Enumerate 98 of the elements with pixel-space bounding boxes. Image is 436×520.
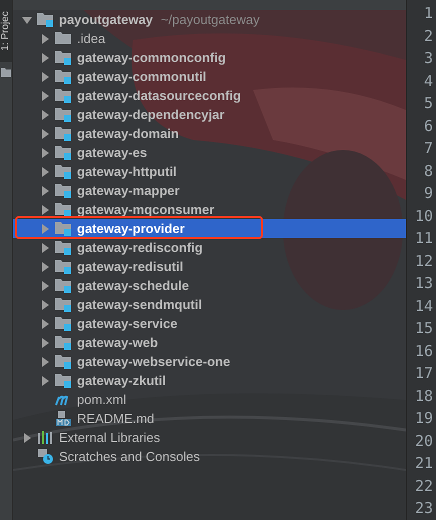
- expand-arrow-icon[interactable]: [40, 166, 50, 176]
- line-number: 20: [414, 430, 433, 452]
- expand-arrow-icon[interactable]: [40, 52, 50, 62]
- item-label: Scratches and Consoles: [59, 449, 200, 464]
- tree-item[interactable]: gateway-provider: [13, 219, 406, 238]
- line-number: 17: [414, 363, 433, 384]
- line-number: 13: [414, 273, 433, 294]
- item-label: gateway-domain: [77, 126, 179, 141]
- expand-arrow-icon[interactable]: [40, 110, 50, 120]
- item-label: External Libraries: [59, 430, 160, 445]
- tree-item[interactable]: .idea: [13, 29, 406, 48]
- item-label: gateway-mqconsumer: [77, 202, 214, 217]
- line-number: 11: [414, 228, 433, 249]
- tree-item[interactable]: gateway-mapper: [13, 181, 406, 200]
- tree-item[interactable]: payoutgateway ~/payoutgateway: [13, 10, 406, 29]
- tree-item[interactable]: gateway-webservice-one: [13, 352, 406, 371]
- line-number: 16: [414, 340, 433, 362]
- line-number: 4: [424, 70, 433, 92]
- item-label: gateway-dependencyjar: [77, 107, 224, 122]
- item-label: pom.xml: [77, 392, 126, 407]
- line-number: 14: [414, 296, 433, 316]
- item-label: gateway-provider: [77, 221, 185, 236]
- expand-arrow-icon[interactable]: [40, 90, 50, 100]
- project-tool-tab[interactable]: 1: Projec: [0, 0, 12, 62]
- item-label: gateway-commonutil: [77, 69, 206, 84]
- line-number: 6: [424, 116, 433, 136]
- item-label: gateway-commonconfig: [77, 50, 226, 65]
- item-label: gateway-service: [77, 316, 178, 331]
- expand-arrow-icon[interactable]: [40, 128, 50, 138]
- line-number: 22: [414, 476, 433, 496]
- item-label: README.md: [77, 411, 154, 426]
- item-label: gateway-zkutil: [77, 373, 166, 388]
- folder-icon: [1, 68, 11, 77]
- item-label: gateway-datasourceconfig: [77, 88, 241, 103]
- tree-item[interactable]: gateway-commonconfig: [13, 48, 406, 67]
- tree-item[interactable]: gateway-httputil: [13, 162, 406, 181]
- tree-item[interactable]: gateway-web: [13, 333, 406, 352]
- tree-item[interactable]: gateway-sendmqutil: [13, 295, 406, 314]
- item-label: gateway-redisutil: [77, 259, 184, 274]
- expand-arrow-icon[interactable]: [40, 262, 50, 272]
- tree-item[interactable]: gateway-commonutil: [13, 67, 406, 86]
- expand-arrow-icon[interactable]: [40, 72, 50, 82]
- line-number: 18: [414, 386, 433, 406]
- item-label: gateway-sendmqutil: [77, 297, 202, 312]
- line-number: 23: [414, 498, 433, 519]
- line-number: 15: [414, 318, 433, 339]
- tree-item[interactable]: gateway-mqconsumer: [13, 200, 406, 219]
- expand-arrow-icon[interactable]: [22, 432, 32, 442]
- tree-item[interactable]: README.md: [13, 409, 406, 428]
- line-number: 7: [424, 138, 433, 159]
- tree-item[interactable]: gateway-zkutil: [13, 371, 406, 390]
- line-number: 2: [424, 26, 433, 46]
- item-path: ~/payoutgateway: [160, 12, 260, 27]
- expand-arrow-icon[interactable]: [40, 318, 50, 328]
- line-number: 1: [424, 3, 433, 24]
- tree-item[interactable]: gateway-datasourceconfig: [13, 86, 406, 105]
- tree-item[interactable]: gateway-redisutil: [13, 257, 406, 276]
- expand-arrow-icon[interactable]: [40, 356, 50, 366]
- expand-arrow-icon[interactable]: [40, 280, 50, 290]
- line-number: 10: [414, 206, 433, 226]
- tree-item[interactable]: gateway-redisconfig: [13, 238, 406, 257]
- item-label: payoutgateway: [59, 12, 153, 27]
- tree-item[interactable]: gateway-es: [13, 143, 406, 162]
- expand-arrow-icon[interactable]: [40, 186, 50, 196]
- expand-arrow-icon[interactable]: [40, 204, 50, 214]
- line-number: 8: [424, 160, 433, 182]
- item-label: gateway-webservice-one: [77, 354, 230, 369]
- line-number: 5: [424, 93, 433, 114]
- expand-arrow-icon[interactable]: [40, 34, 50, 44]
- line-number: 12: [414, 250, 433, 272]
- item-label: .idea: [77, 31, 106, 46]
- item-label: gateway-redisconfig: [77, 240, 203, 255]
- item-label: gateway-web: [77, 335, 158, 350]
- tree-item[interactable]: External Libraries: [13, 428, 406, 447]
- tree-item[interactable]: pom.xml: [13, 390, 406, 409]
- line-number: 3: [424, 48, 433, 69]
- expand-arrow-icon[interactable]: [40, 242, 50, 252]
- libraries-icon: [37, 430, 55, 445]
- tree-item[interactable]: Scratches and Consoles: [13, 447, 406, 466]
- line-number: 21: [414, 453, 433, 474]
- scratch-clock-icon: [37, 449, 55, 464]
- expand-arrow-icon[interactable]: [40, 338, 50, 348]
- tree-item[interactable]: gateway-schedule: [13, 276, 406, 295]
- line-number: 19: [414, 408, 433, 429]
- item-label: gateway-schedule: [77, 278, 189, 293]
- item-label: gateway-mapper: [77, 183, 180, 198]
- expand-arrow-icon[interactable]: [40, 376, 50, 386]
- expand-arrow-icon[interactable]: [40, 148, 50, 158]
- tree-item[interactable]: gateway-dependencyjar: [13, 105, 406, 124]
- line-number: 9: [424, 183, 433, 204]
- module-folder-icon: [55, 221, 73, 236]
- markdown-file-icon: [55, 411, 73, 426]
- expand-arrow-icon[interactable]: [40, 300, 50, 310]
- item-label: gateway-httputil: [77, 164, 177, 179]
- tree-item[interactable]: gateway-domain: [13, 124, 406, 143]
- expand-arrow-icon[interactable]: [22, 14, 32, 24]
- item-label: gateway-es: [77, 145, 148, 160]
- tree-item[interactable]: gateway-service: [13, 314, 406, 333]
